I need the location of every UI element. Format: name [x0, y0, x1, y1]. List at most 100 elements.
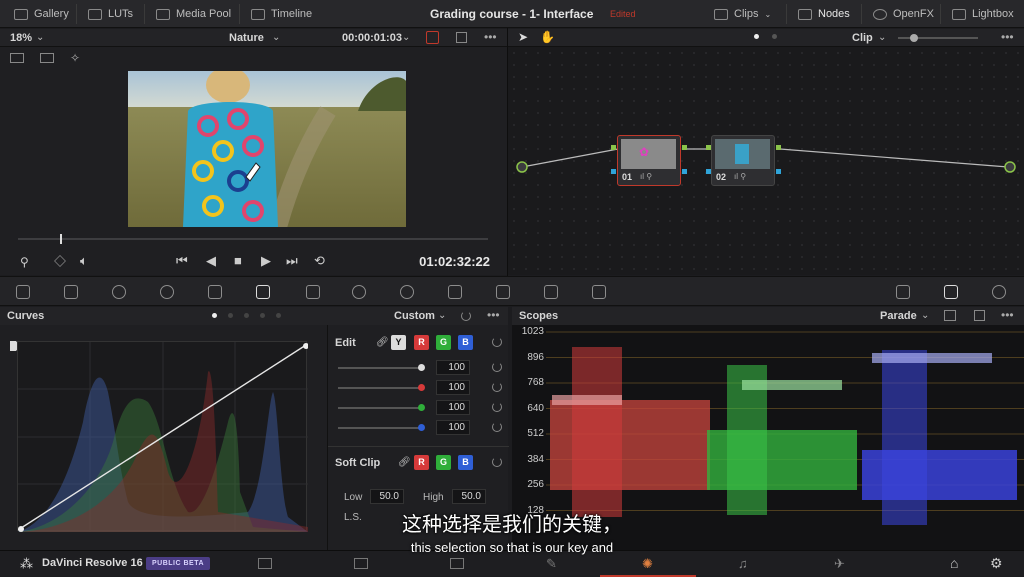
play-reverse-icon[interactable]: ◀ [206, 253, 216, 269]
fairlight-page-icon[interactable]: ♫ [738, 556, 748, 571]
deliver-page-icon[interactable]: ✈ [834, 556, 845, 572]
home-icon[interactable]: ⌂ [950, 555, 958, 571]
stop-icon[interactable]: ■ [234, 253, 242, 268]
node-02[interactable]: 02 ıl ⚲ [711, 135, 775, 186]
key-icon[interactable] [496, 285, 510, 299]
rgb-mixer-icon[interactable] [160, 285, 174, 299]
channel-y-button[interactable]: Y [391, 335, 406, 350]
link-icon[interactable]: 🔗︎ [398, 457, 411, 468]
loop-icon[interactable]: ⟲ [314, 253, 325, 269]
reset-icon[interactable] [492, 382, 502, 392]
page-dot[interactable] [244, 313, 249, 318]
skip-back-icon[interactable]: ⏮︎ [176, 253, 188, 269]
qualifier-icon[interactable] [306, 285, 320, 299]
fullscreen-icon[interactable] [456, 32, 467, 43]
y-intensity-value[interactable]: 100 [436, 360, 470, 375]
curves-graph[interactable] [17, 341, 309, 532]
lightbox-button[interactable]: Lightbox [952, 0, 1014, 28]
node-editor[interactable]: ✿ 01 ıl ⚲ 02 ıl ⚲ [508, 47, 1024, 275]
playhead[interactable] [60, 234, 62, 244]
openfx-button[interactable]: OpenFX [873, 0, 934, 28]
scopes-icon[interactable] [944, 285, 958, 299]
media-pool-button[interactable]: Media Pool [156, 0, 231, 28]
scope-mode[interactable]: Parade [880, 310, 917, 322]
reset-icon[interactable] [492, 362, 502, 372]
reset-icon[interactable] [492, 337, 502, 347]
page-dot[interactable] [228, 313, 233, 318]
y-intensity-slider[interactable] [338, 367, 424, 369]
media-page-icon[interactable] [258, 558, 272, 569]
motion-effects-icon[interactable] [208, 285, 222, 299]
scope-settings-icon[interactable] [944, 310, 956, 321]
source-timecode[interactable]: 00:00:01:03 [342, 32, 402, 44]
reset-icon[interactable] [461, 311, 471, 321]
play-icon[interactable]: ▶ [261, 253, 271, 269]
more-options-icon[interactable]: ••• [1001, 30, 1014, 44]
speaker-icon[interactable]: 🔈︎ [80, 253, 88, 269]
channel-r-button[interactable]: R [414, 335, 429, 350]
zoom-level[interactable]: 18% [10, 32, 32, 44]
eyedropper-icon[interactable]: ⚲ [20, 255, 29, 269]
color-wheels-icon[interactable] [112, 285, 126, 299]
page-dot-active[interactable] [754, 34, 759, 39]
softclip-b-button[interactable]: B [458, 455, 473, 470]
chevron-down-icon[interactable]: ⌄ [272, 32, 280, 43]
blur-icon[interactable] [448, 285, 462, 299]
curves-preset[interactable]: Custom [394, 310, 435, 322]
split-screen-icon[interactable] [40, 53, 54, 63]
pointer-icon[interactable]: ➤ [518, 30, 528, 44]
high-value[interactable]: 50.0 [452, 489, 486, 504]
chevron-down-icon[interactable]: ⌄ [878, 32, 886, 43]
chevron-down-icon[interactable]: ⌄ [36, 32, 44, 43]
hand-icon[interactable]: ✋ [540, 30, 555, 44]
page-dot[interactable] [260, 313, 265, 318]
fusion-page-icon[interactable]: ✎ [546, 556, 557, 572]
window-icon[interactable] [352, 285, 366, 299]
timeline-button[interactable]: Timeline [251, 0, 312, 28]
chevron-down-icon[interactable]: ⌄ [438, 310, 446, 321]
expand-icon[interactable] [974, 310, 985, 321]
video-frame[interactable] [128, 71, 406, 227]
more-options-icon[interactable]: ••• [1001, 308, 1014, 322]
curves-icon[interactable] [256, 285, 270, 299]
reset-icon[interactable] [492, 402, 502, 412]
keyframes-icon[interactable] [896, 285, 910, 299]
color-page-icon[interactable]: ✺ [642, 556, 653, 572]
slider-knob[interactable] [418, 404, 425, 411]
zoom-slider-knob[interactable] [910, 34, 918, 42]
bypass-icon[interactable] [426, 31, 439, 44]
highlight-icon[interactable] [54, 255, 66, 267]
gallery-button[interactable]: Gallery [14, 0, 69, 28]
slider-knob[interactable] [418, 364, 425, 371]
luts-button[interactable]: LUTs [88, 0, 133, 28]
page-dot[interactable] [276, 313, 281, 318]
color-match-icon[interactable] [64, 285, 78, 299]
reset-icon[interactable] [492, 457, 502, 467]
3d-icon[interactable] [592, 285, 606, 299]
edit-page-icon[interactable] [450, 558, 464, 569]
reset-icon[interactable] [492, 422, 502, 432]
clips-button[interactable]: Clips ⌄ [714, 0, 771, 28]
node-01[interactable]: ✿ 01 ıl ⚲ [617, 135, 681, 186]
more-options-icon[interactable]: ••• [487, 308, 500, 322]
nodes-button[interactable]: Nodes [798, 0, 850, 28]
slider-knob[interactable] [418, 384, 425, 391]
node-mode[interactable]: Clip [852, 32, 873, 44]
sizing-icon[interactable] [544, 285, 558, 299]
gear-icon[interactable]: ⚙ [990, 555, 1003, 572]
softclip-r-button[interactable]: R [414, 455, 429, 470]
image-wipe-icon[interactable] [10, 53, 24, 63]
tracker-icon[interactable] [400, 285, 414, 299]
r-intensity-value[interactable]: 100 [436, 380, 470, 395]
channel-g-button[interactable]: G [436, 335, 451, 350]
info-icon[interactable] [992, 285, 1006, 299]
skip-forward-icon[interactable]: ⏭︎ [286, 253, 298, 269]
camera-raw-icon[interactable] [16, 285, 30, 299]
viewer-scrubber[interactable] [18, 238, 488, 240]
channel-b-button[interactable]: B [458, 335, 473, 350]
page-dot[interactable] [772, 34, 777, 39]
g-intensity-value[interactable]: 100 [436, 400, 470, 415]
more-options-icon[interactable]: ••• [484, 30, 497, 44]
low-value[interactable]: 50.0 [370, 489, 404, 504]
softclip-g-button[interactable]: G [436, 455, 451, 470]
